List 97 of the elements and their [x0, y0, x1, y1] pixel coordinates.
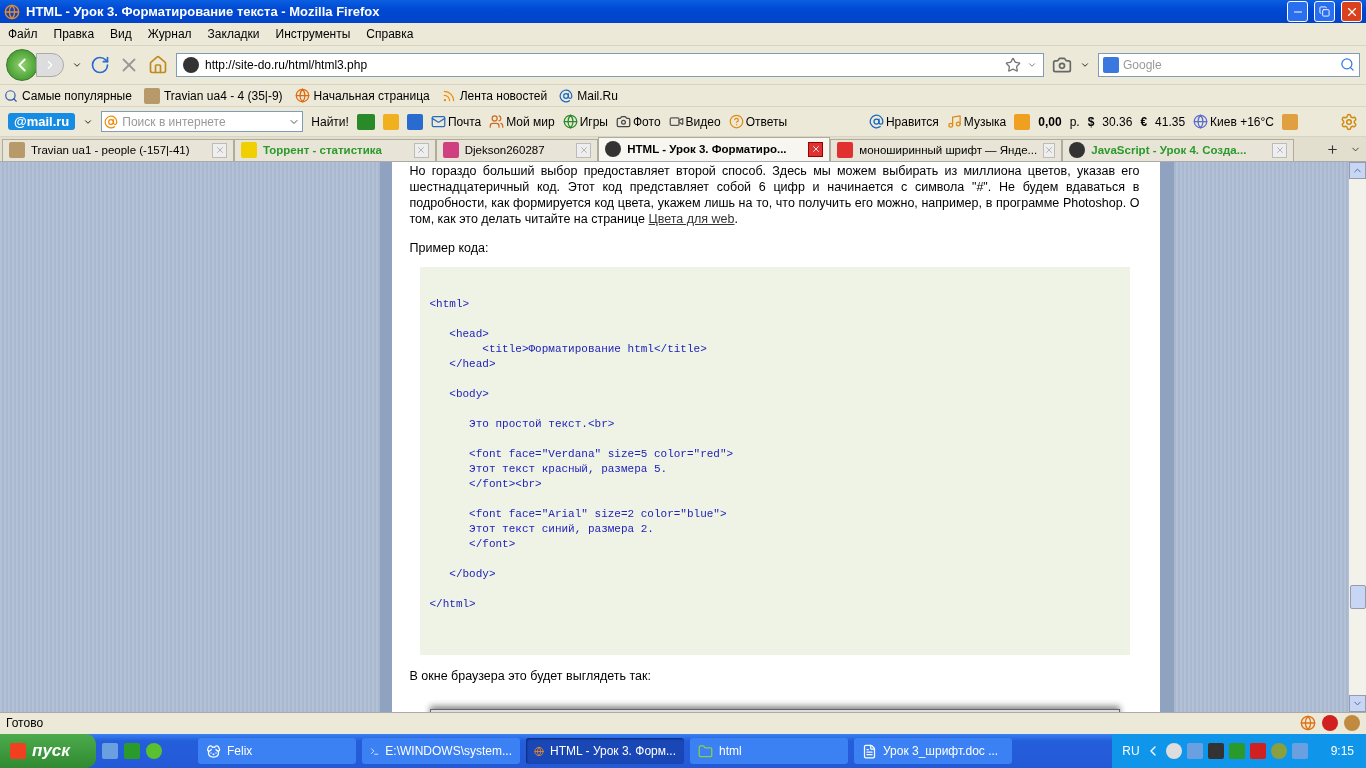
folder-icon — [698, 743, 713, 759]
people-icon — [489, 114, 505, 129]
taskbar-item[interactable]: html — [690, 738, 848, 764]
close-icon — [1274, 145, 1285, 156]
close-icon — [214, 145, 225, 156]
eur-rate: 41.35 — [1155, 114, 1186, 129]
tab[interactable]: Djekson260287 — [435, 138, 599, 161]
scrollbar-thumb[interactable] — [1349, 584, 1366, 609]
back-button[interactable] — [6, 48, 38, 81]
close-icon — [578, 145, 589, 156]
site-icon — [183, 56, 199, 73]
scroll-down-button[interactable] — [1349, 694, 1366, 712]
browser-icon[interactable] — [1300, 715, 1316, 732]
plus-icon — [1326, 143, 1340, 157]
window-title: HTML - Урок 3. Форматирование текста - Mozilla Firefox — [26, 4, 381, 20]
menu-item[interactable]: Справка — [366, 26, 414, 41]
taskbar-item[interactable]: Урок 3_шрифт.doc ... — [854, 738, 1012, 764]
camera-icon — [616, 114, 631, 129]
search-engine-icon[interactable] — [1103, 56, 1119, 73]
like-link[interactable]: Нравится — [868, 114, 939, 129]
envelope-icon — [430, 114, 446, 129]
taskbar-item[interactable]: Felix — [198, 738, 356, 764]
tab[interactable]: моноширинный шрифт — Янде... — [830, 138, 1063, 161]
tab-icon — [9, 142, 25, 159]
globe-icon — [294, 88, 310, 104]
currency: р. — [1069, 114, 1080, 129]
address-field[interactable]: http://site-do.ru/html/html3.php — [176, 52, 1044, 77]
find-button[interactable]: Найти! — [311, 114, 349, 129]
menu-item[interactable]: Правка — [53, 26, 95, 41]
reload-icon — [90, 54, 110, 75]
music-link[interactable]: Музыка — [946, 114, 1007, 129]
home-icon — [148, 54, 168, 75]
caption: Пример кода: — [409, 240, 490, 255]
document-icon — [862, 743, 877, 759]
close-button[interactable] — [808, 141, 824, 157]
dollar-sign: $ — [1087, 114, 1095, 129]
toolbar-link[interactable]: Игры — [562, 114, 608, 129]
taskbar-item[interactable]: HTML - Урок 3. Форм... — [526, 738, 684, 764]
balance: 0,00 — [1038, 114, 1062, 129]
star-icon[interactable] — [1005, 56, 1021, 73]
tray-icon[interactable] — [1165, 743, 1182, 759]
status-text: Готово — [6, 716, 45, 731]
close-icon — [416, 145, 427, 156]
close-icon — [810, 144, 821, 155]
bookmark[interactable]: Mail.Ru — [559, 88, 618, 103]
toolbar-link[interactable]: Ответы — [728, 114, 788, 129]
browser-icon — [4, 3, 20, 20]
toolbar-link[interactable]: Почта — [430, 114, 482, 129]
toolbar-link[interactable]: Мой мир — [489, 114, 555, 129]
usd-rate: 30.36 — [1102, 114, 1133, 129]
menu-item[interactable]: Закладки — [207, 26, 260, 41]
close-icon — [1044, 145, 1055, 156]
bookmark[interactable]: Самые популярные — [4, 88, 132, 103]
at-icon — [104, 114, 119, 129]
scrollbar[interactable] — [1349, 161, 1366, 712]
paw-icon — [206, 743, 221, 759]
search-icon[interactable] — [1340, 57, 1355, 73]
menu-item[interactable]: Инструменты — [275, 26, 351, 41]
search-icon — [4, 88, 18, 103]
tab-icon — [837, 142, 854, 159]
rss-icon — [441, 88, 456, 103]
weather-link[interactable]: Киев +16°C — [1193, 114, 1274, 129]
bookmark[interactable]: Начальная страница — [294, 88, 430, 104]
settings-icon[interactable] — [1340, 112, 1358, 131]
euro-sign: € — [1140, 114, 1148, 129]
help-icon — [728, 114, 744, 129]
at-icon — [559, 88, 574, 103]
music-icon — [946, 114, 962, 129]
menu-item[interactable]: Журнал — [147, 26, 192, 41]
forward-button[interactable] — [36, 52, 64, 77]
paragraph: Но гораздо больший выбор предоставляет второй способ. Здесь мы можем выбирать из миллиона цветов, указав его шестнадцатеричный код. Этот код представляет собой 6 цифр и начинается с символа "#". Не будем вдаваться в подробности, как формируется код цвета, укажем лишь на то, что получить его можно, например, в программе Photoshop. О том, как это делать читайте на странице Цвета для web. — [409, 162, 1140, 227]
menu-item[interactable]: Файл — [8, 26, 38, 41]
tab[interactable]: HTML - Урок 3. Форматиро... — [598, 136, 831, 161]
at-icon — [868, 114, 884, 129]
globe-icon — [562, 114, 578, 129]
mail-logo[interactable]: @mail.ru — [8, 113, 76, 130]
start-button[interactable]: пуск — [0, 734, 96, 768]
restore-button[interactable] — [1314, 1, 1335, 23]
tab-icon — [605, 141, 622, 158]
taskbar-item[interactable]: E:\WINDOWS\system... — [362, 738, 520, 764]
tab-icon — [1069, 142, 1086, 159]
home-button[interactable] — [148, 54, 168, 75]
menu-item[interactable]: Вид — [110, 26, 132, 41]
toolbar-link[interactable]: Фото — [616, 114, 661, 129]
tab-icon — [442, 142, 459, 159]
bookmark[interactable]: Лента новостей — [441, 88, 548, 103]
minimize-button[interactable] — [1287, 1, 1308, 23]
code-listing: <html> <head> <title>Форматирование html</title> </head> <body> Это простой текст.<br> <font face="Verdana" size=5 color="red"> Этот текст красный, размера 5. </font><br> <font face="Arial" size=2 color="blue"> Этот текст синий, размера 2. </font> </body> </html> — [419, 266, 1130, 655]
restore-icon — [1319, 6, 1330, 18]
video-icon — [668, 114, 684, 129]
reload-button[interactable] — [90, 54, 110, 75]
bookmark[interactable]: Travian ua4 - 4 (35|-9) — [143, 87, 283, 104]
caption: В окне браузера это будет выглядеть так: — [409, 668, 652, 683]
tab[interactable]: Travian ua1 - people (-157|-41) — [2, 138, 234, 161]
clock: 9:15 — [1330, 744, 1354, 758]
tab-icon — [241, 142, 257, 159]
toolbar-link[interactable]: Видео — [668, 114, 721, 129]
